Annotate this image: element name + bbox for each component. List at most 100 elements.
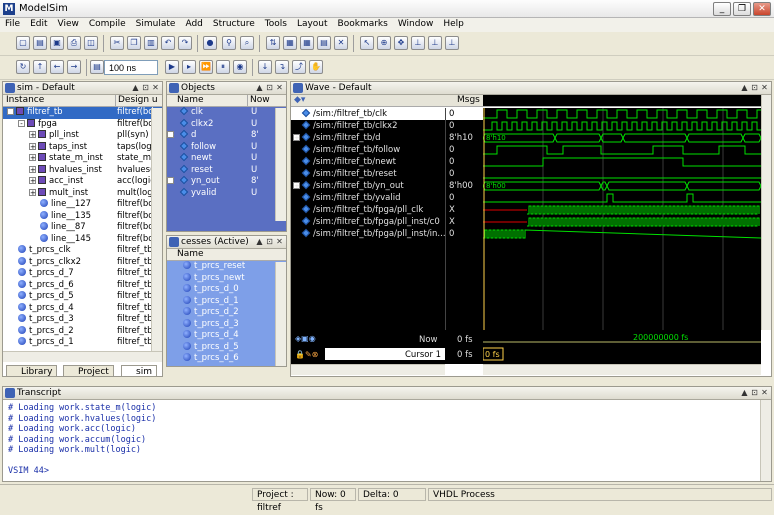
redo-icon[interactable]: ↷ xyxy=(178,36,192,50)
expand-icon[interactable]: + xyxy=(29,165,36,173)
wave-signal-row[interactable]: /sim:/filtref_tb/newt xyxy=(291,156,445,168)
tree-row[interactable]: + state_m_inst state_m( xyxy=(3,153,162,165)
object-row[interactable]: yvalid U xyxy=(167,187,286,200)
edit-mode-icon[interactable]: ⊥ xyxy=(411,36,425,50)
wave-signal-row[interactable]: /sim:/filtref_tb/fpga/pll_inst/in... xyxy=(291,228,446,240)
object-row[interactable]: clkx2 U xyxy=(167,118,286,131)
column-name[interactable]: Name xyxy=(177,249,204,260)
wave-signal-row[interactable]: + /sim:/filtref_tb/yn_out xyxy=(291,180,445,192)
panel-dock-icon[interactable]: ⊡ xyxy=(265,83,274,93)
object-row[interactable]: follow U xyxy=(167,141,286,154)
step-up-icon[interactable]: ↑ xyxy=(33,60,47,74)
process-row[interactable]: t_prcs_d_0 xyxy=(167,284,286,296)
cursor-label[interactable]: Cursor 1 xyxy=(405,350,441,360)
delete-cursor-icon[interactable]: ⊥ xyxy=(445,36,459,50)
menu-view[interactable]: View xyxy=(53,18,84,30)
dataflow-icon[interactable]: ▦ xyxy=(283,36,297,50)
tree-row[interactable]: line__87 filtref(bd xyxy=(3,222,162,234)
tree-row[interactable]: t_prcs_d_1 filtref_tb xyxy=(3,337,162,349)
tab-sim[interactable]: sim xyxy=(121,365,157,376)
break-icon[interactable]: ⇅ xyxy=(266,36,280,50)
stop-icon[interactable]: ✕ xyxy=(334,36,348,50)
menu-bookmarks[interactable]: Bookmarks xyxy=(333,18,393,30)
panel-close-icon[interactable]: ✕ xyxy=(275,83,284,93)
wave-hscroll[interactable] xyxy=(483,364,761,375)
restore-button[interactable]: ❐ xyxy=(733,2,751,16)
run-icon[interactable]: ▶ xyxy=(165,60,179,74)
paste-icon[interactable]: ▥ xyxy=(144,36,158,50)
new-file-icon[interactable]: ▢ xyxy=(16,36,30,50)
panel-float-icon[interactable]: ▲ xyxy=(740,83,749,93)
process-row[interactable]: t_prcs_d_6 xyxy=(167,353,286,365)
menu-add[interactable]: Add xyxy=(180,18,207,30)
wave-signal-row[interactable]: /sim:/filtref_tb/reset xyxy=(291,168,445,180)
panel-dock-icon[interactable]: ⊡ xyxy=(750,83,759,93)
tree-row[interactable]: t_prcs_d_2 filtref_tb xyxy=(3,325,162,338)
expand-icon[interactable]: + xyxy=(29,131,36,139)
wave-signal-row[interactable]: /sim:/filtref_tb/yvalid xyxy=(291,192,445,204)
timeline[interactable]: 200000000 fs 0 fs xyxy=(483,330,761,364)
step-out-icon[interactable]: ⤴ xyxy=(292,60,306,74)
wave-signal-row[interactable]: + /sim:/filtref_tb/d xyxy=(291,132,445,144)
process-row[interactable]: t_prcs_reset xyxy=(167,261,286,273)
panel-float-icon[interactable]: ▲ xyxy=(255,237,264,247)
tree-row[interactable]: + pll_inst pll(syn) xyxy=(3,130,162,142)
menu-file[interactable]: File xyxy=(0,18,25,30)
save-icon[interactable]: ▣ xyxy=(50,36,64,50)
tree-row[interactable]: t_prcs_clk filtref_tb xyxy=(3,245,162,257)
menu-help[interactable]: Help xyxy=(438,18,469,30)
stop-run-icon[interactable]: ◉ xyxy=(233,60,247,74)
process-row[interactable]: t_prcs_d_5 xyxy=(167,341,286,354)
tab-project[interactable]: Project xyxy=(63,365,114,376)
run-length-icon[interactable]: ▤ xyxy=(90,60,104,74)
tree-row[interactable]: + taps_inst taps(logi xyxy=(3,141,162,154)
object-row[interactable]: + d 8' xyxy=(167,129,286,142)
expand-icon[interactable]: + xyxy=(29,142,36,150)
menu-layout[interactable]: Layout xyxy=(292,18,333,30)
expand-icon[interactable]: + xyxy=(167,131,174,139)
tree-row[interactable]: line__127 filtref(bd xyxy=(3,199,162,211)
hand-icon[interactable]: ✋ xyxy=(309,60,323,74)
back-arrow-icon[interactable]: ← xyxy=(50,60,64,74)
expand-icon[interactable]: + xyxy=(29,177,36,185)
panel-float-icon[interactable]: ▲ xyxy=(740,388,749,398)
open-folder-icon[interactable]: ▤ xyxy=(33,36,47,50)
restart-icon[interactable]: ↻ xyxy=(16,60,30,74)
collapse-icon[interactable]: - xyxy=(18,119,25,127)
process-row[interactable]: t_prcs_d_1 xyxy=(167,295,286,308)
tree-row[interactable]: + mult_inst mult(logi xyxy=(3,187,162,200)
tree-row[interactable]: - fpga filtref(bd xyxy=(3,118,162,131)
copy-icon[interactable]: ❐ xyxy=(127,36,141,50)
pan-icon[interactable]: ✥ xyxy=(394,36,408,50)
expand-icon[interactable]: + xyxy=(29,188,36,196)
tree-row[interactable]: t_prcs_clkx2 filtref_tb xyxy=(3,256,162,269)
menu-simulate[interactable]: Simulate xyxy=(131,18,181,30)
zoom-mode-icon[interactable]: ⊕ xyxy=(377,36,391,50)
command-prompt[interactable]: VSIM 44> xyxy=(8,466,771,477)
list-icon[interactable]: ▤ xyxy=(317,36,331,50)
object-row[interactable]: reset U xyxy=(167,164,286,177)
expand-icon[interactable]: + xyxy=(167,177,174,185)
print-preview-icon[interactable]: ◫ xyxy=(84,36,98,50)
panel-close-icon[interactable]: ✕ xyxy=(151,83,160,93)
tree-row[interactable]: t_prcs_d_5 filtref_tb xyxy=(3,291,162,303)
find-icon[interactable]: ⚲ xyxy=(222,36,236,50)
panel-float-icon[interactable]: ▲ xyxy=(131,83,140,93)
panel-close-icon[interactable]: ✕ xyxy=(275,237,284,247)
tree-row[interactable]: t_prcs_d_4 filtref_tb xyxy=(3,302,162,315)
panel-close-icon[interactable]: ✕ xyxy=(760,83,769,93)
memory-icon[interactable]: ▦ xyxy=(300,36,314,50)
break-run-icon[interactable]: ⏸ xyxy=(216,60,230,74)
select-mode-icon[interactable]: ↖ xyxy=(360,36,374,50)
cursor-icons[interactable]: 🔒✎⊗ xyxy=(295,350,318,359)
tree-row[interactable]: t_prcs_d_7 filtref_tb xyxy=(3,268,162,280)
panel-close-icon[interactable]: ✕ xyxy=(760,388,769,398)
process-row[interactable]: t_prcs_d_2 xyxy=(167,307,286,319)
column-instance[interactable]: Instance xyxy=(6,95,44,106)
tree-row[interactable]: t_prcs_d_6 filtref_tb xyxy=(3,279,162,292)
object-row[interactable]: clk U xyxy=(167,106,286,119)
expand-icon[interactable]: + xyxy=(29,154,36,162)
expand-icon[interactable]: + xyxy=(293,182,300,190)
wave-signal-row[interactable]: /sim:/filtref_tb/fpga/pll_clk xyxy=(291,204,445,216)
forward-arrow-icon[interactable]: → xyxy=(67,60,81,74)
